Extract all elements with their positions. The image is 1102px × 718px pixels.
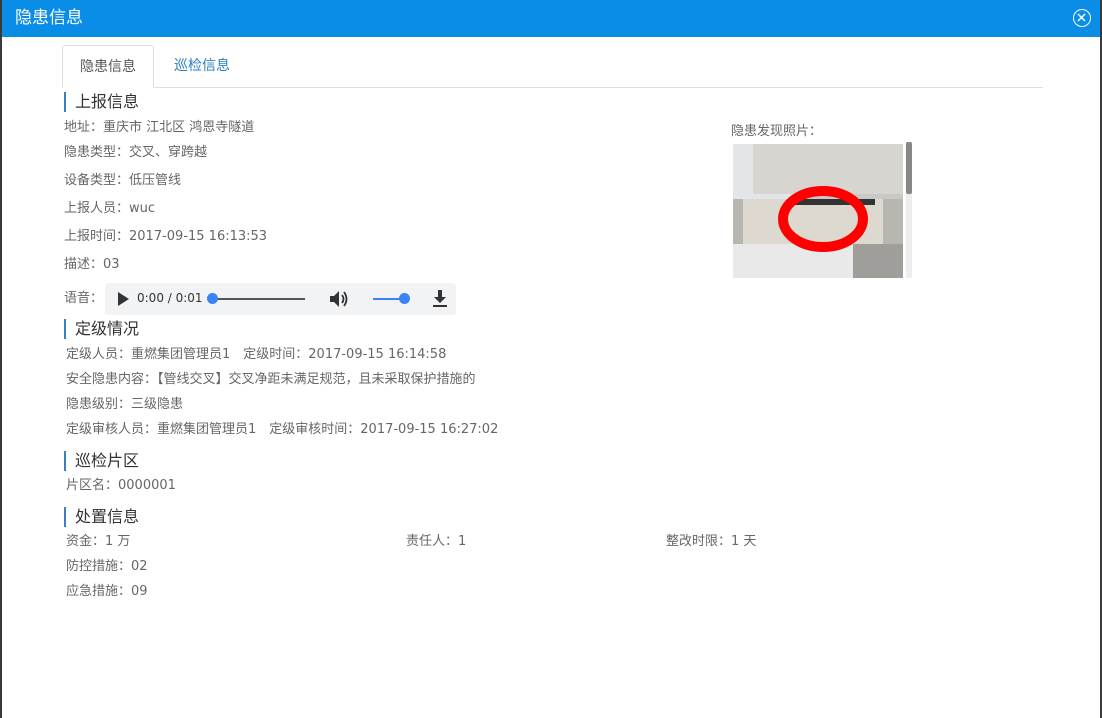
tab-bar: 隐患信息 巡检信息	[62, 45, 1043, 88]
section-title-report: 上报信息	[64, 92, 139, 112]
photo-viewer	[733, 142, 912, 279]
audio-progress-bar[interactable]	[211, 298, 305, 300]
close-button[interactable]	[1073, 9, 1091, 27]
close-icon	[1077, 13, 1086, 22]
download-icon[interactable]	[432, 290, 448, 308]
section-title-grading: 定级情况	[64, 319, 139, 339]
grading-review: 定级审核人员：重燃集团管理员1 定级审核时间：2017-09-15 16:27:…	[66, 422, 499, 437]
report-time: 上报时间：2017-09-15 16:13:53	[64, 229, 268, 244]
voice-label: 语音：	[64, 291, 104, 306]
audio-player: 0:00 / 0:01	[105, 283, 456, 315]
section-title-disposal: 处置信息	[64, 507, 139, 527]
photo-label: 隐患发现照片：	[731, 124, 823, 139]
report-address: 地址：重庆市 江北区 鸿恩寺隧道	[64, 120, 255, 135]
photo-scrollbar[interactable]	[906, 142, 912, 278]
patrol-area-name: 片区名：0000001	[66, 478, 176, 493]
section-title-patrol-area: 巡检片区	[64, 451, 139, 471]
volume-icon[interactable]	[329, 290, 349, 308]
volume-knob[interactable]	[399, 293, 410, 304]
play-icon[interactable]	[116, 292, 130, 306]
hazard-photo[interactable]	[733, 144, 903, 278]
audio-time: 0:00 / 0:01	[137, 291, 203, 305]
tab-hazard-info[interactable]: 隐患信息	[62, 45, 154, 88]
disposal-emergency: 应急措施：09	[66, 584, 148, 599]
disposal-responsible: 责任人：1	[406, 534, 467, 549]
hazard-info-dialog: 隐患信息 隐患信息 巡检信息 上报信息 地址：重庆市 江北区 鸿恩寺隧道 隐患类…	[2, 0, 1100, 718]
disposal-deadline: 整改时限：1 天	[666, 534, 757, 549]
report-description: 描述：03	[64, 257, 120, 272]
dialog-title: 隐患信息	[15, 8, 83, 28]
report-reporter: 上报人员：wuc	[64, 201, 156, 216]
report-hazard-type: 隐患类型：交叉、穿跨越	[64, 145, 208, 160]
grading-grader: 定级人员：重燃集团管理员1 定级时间：2017-09-15 16:14:58	[66, 347, 447, 362]
audio-progress-knob[interactable]	[207, 293, 218, 304]
tab-patrol-info[interactable]: 巡检信息	[160, 45, 244, 87]
grading-level: 隐患级别：三级隐患	[66, 397, 184, 412]
disposal-funds: 资金：1 万	[66, 534, 131, 549]
grading-content: 安全隐患内容：【管线交叉】交叉净距未满足规范，且未采取保护措施的	[66, 372, 476, 387]
disposal-prevention: 防控措施：02	[66, 559, 148, 574]
photo-scrollbar-thumb[interactable]	[906, 142, 912, 194]
dialog-titlebar: 隐患信息	[2, 0, 1100, 37]
report-device-type: 设备类型：低压管线	[64, 173, 182, 188]
